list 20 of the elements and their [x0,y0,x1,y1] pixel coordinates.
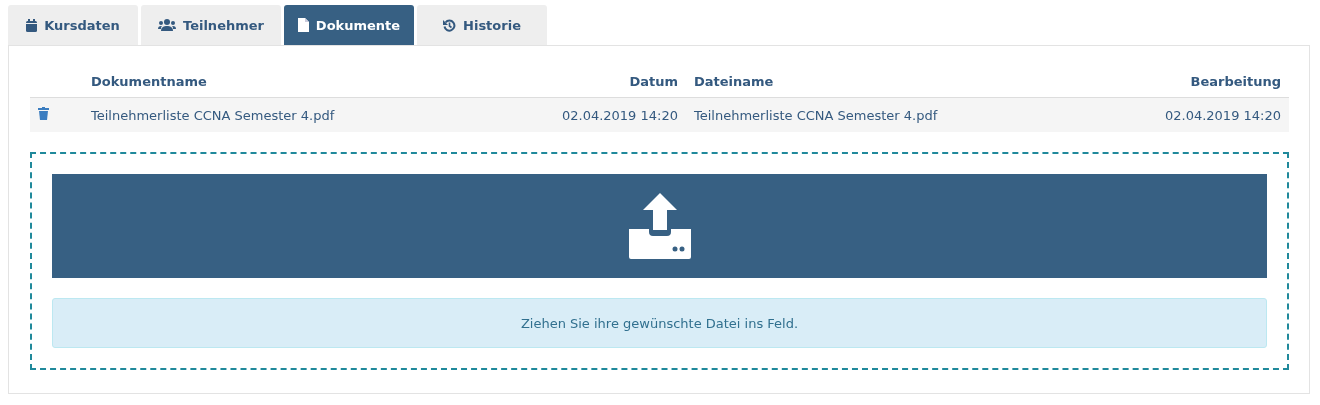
history-icon [443,18,457,32]
drop-hint: Ziehen Sie ihre gewünschte Datei ins Feld. [52,298,1267,348]
column-header: Bearbeitung [1085,66,1289,98]
trash-icon[interactable] [38,107,49,120]
file-icon [297,18,309,32]
table-cell: Teilnehmerliste CCNA Semester 4.pdf [686,97,1086,132]
table-cell: 02.04.2019 14:20 [1085,97,1289,132]
column-header: Datum [482,66,686,98]
column-header: Dokumentname [83,66,483,98]
table-cell: 02.04.2019 14:20 [482,97,686,132]
tab[interactable]: Kursdaten [8,5,138,45]
calendar-icon [26,18,38,32]
tab[interactable]: Dokumente [284,5,414,45]
drop-zone[interactable]: Ziehen Sie ihre gewünschte Datei ins Feld. [30,152,1289,370]
tab[interactable]: Teilnehmer [141,5,281,45]
table-cell: Teilnehmerliste CCNA Semester 4.pdf [83,97,483,132]
users-icon [158,19,176,31]
column-header: Dateiname [686,66,1086,98]
tab[interactable]: Historie [417,5,547,45]
upload-icon [626,193,693,259]
